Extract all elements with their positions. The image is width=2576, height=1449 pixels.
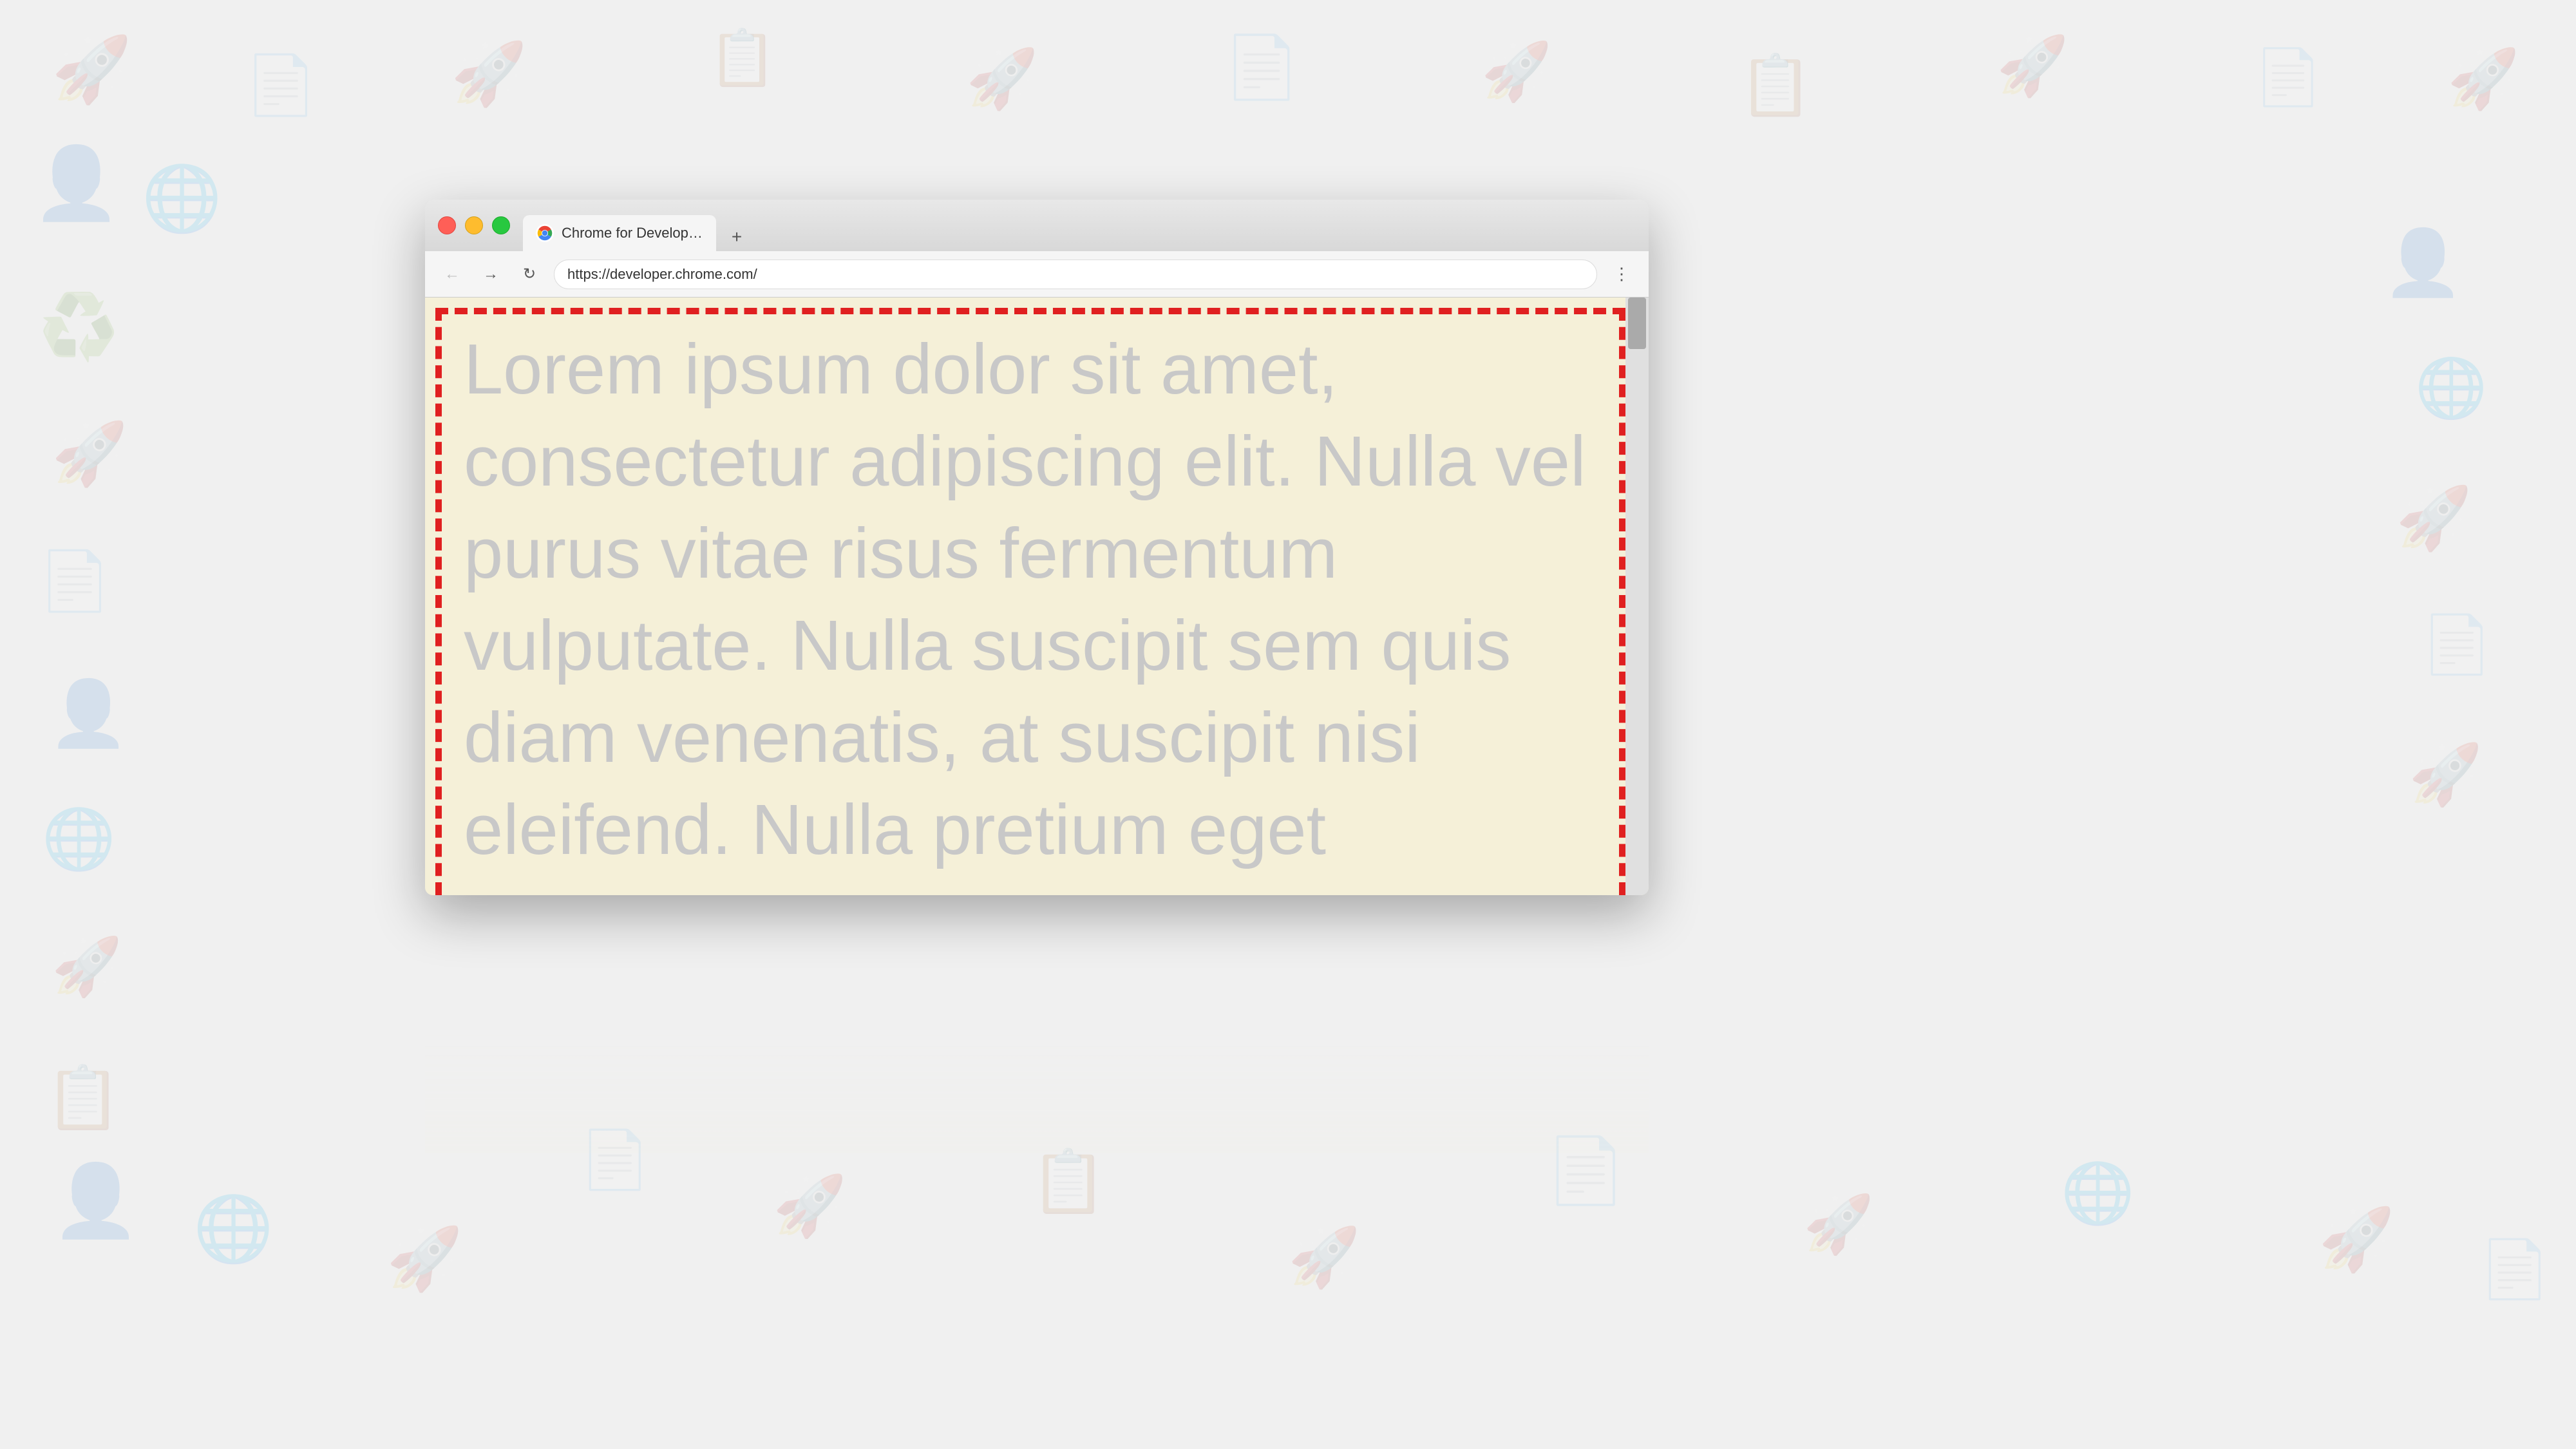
bg-icon-25: 📄 <box>2479 1236 2550 1303</box>
bg-icon-33: 📄 <box>39 547 111 615</box>
bg-icon-36: 🚀 <box>52 934 122 1000</box>
reload-button[interactable]: ↻ <box>515 260 544 289</box>
bg-icon-20: 🚀 <box>1288 1224 1360 1291</box>
page-content: Lorem ipsum dolor sit amet, consectetur … <box>425 298 1649 895</box>
bg-icon-29: 📄 <box>2421 612 2492 678</box>
nav-bar: ← → ↻ https://developer.chrome.com/ ⋮ <box>425 251 1649 298</box>
bg-icon-31: ♻️ <box>39 290 119 365</box>
bg-icon-32: 🚀 <box>52 419 128 490</box>
bg-icon-23: 🌐 <box>2061 1159 2135 1228</box>
bg-icon-16: 🚀 <box>386 1224 462 1295</box>
new-tab-button[interactable]: + <box>723 223 751 251</box>
bg-icon-37: 📋 <box>45 1063 121 1134</box>
bg-icon-34: 👤 <box>48 676 129 752</box>
bg-icon-28: 🚀 <box>2396 483 2472 554</box>
bg-icon-15: 🌐 <box>193 1191 274 1267</box>
browser-window: Chrome for Developers + ← → ↻ https://de… <box>425 200 1649 895</box>
bg-icon-13: 🌐 <box>142 161 222 236</box>
bg-icon-10: 📄 <box>2254 45 2322 109</box>
bg-icon-8: 📋 <box>1739 52 1813 120</box>
bg-icon-30: 🚀 <box>2409 741 2483 810</box>
address-bar[interactable]: https://developer.chrome.com/ <box>554 260 1597 289</box>
browser-tab[interactable]: Chrome for Developers <box>523 215 716 251</box>
bg-icon-9: 🚀 <box>1996 32 2069 100</box>
bg-icon-1: 🚀 <box>52 32 132 108</box>
page-lorem-text: Lorem ipsum dolor sit amet, consectetur … <box>425 298 1649 895</box>
traffic-lights <box>438 216 510 234</box>
tab-title: Chrome for Developers <box>562 225 703 242</box>
browser-reflection <box>425 895 1649 1153</box>
bg-icon-27: 🌐 <box>2415 354 2487 422</box>
bg-icon-11: 🚀 <box>2447 45 2519 113</box>
bg-icon-22: 🚀 <box>1803 1191 1874 1258</box>
back-button[interactable]: ← <box>438 260 466 289</box>
traffic-light-red[interactable] <box>438 216 456 234</box>
bg-icon-5: 🚀 <box>966 45 1038 113</box>
bg-icon-26: 👤 <box>2383 225 2463 301</box>
title-bar: Chrome for Developers + <box>425 200 1649 251</box>
bg-icon-24: 🚀 <box>2318 1204 2394 1276</box>
bg-icon-35: 🌐 <box>42 805 116 874</box>
bg-icon-2: 📄 <box>245 52 317 119</box>
bg-icon-14: 👤 <box>52 1159 140 1242</box>
bg-icon-12: 👤 <box>32 142 120 225</box>
browser-menu-button[interactable]: ⋮ <box>1607 260 1636 289</box>
traffic-light-yellow[interactable] <box>465 216 483 234</box>
tab-area: Chrome for Developers + <box>523 200 1636 251</box>
forward-button[interactable]: → <box>477 260 505 289</box>
bg-icon-7: 🚀 <box>1481 39 1552 105</box>
chrome-favicon <box>536 224 554 242</box>
url-text: https://developer.chrome.com/ <box>567 266 757 283</box>
bg-icon-6: 📄 <box>1224 32 1300 104</box>
bg-icon-3: 🚀 <box>451 39 527 110</box>
bg-icon-18: 🚀 <box>773 1172 847 1241</box>
bg-icon-4: 📋 <box>708 26 777 90</box>
bg-icon-19: 📋 <box>1030 1146 1106 1218</box>
traffic-light-green[interactable] <box>492 216 510 234</box>
